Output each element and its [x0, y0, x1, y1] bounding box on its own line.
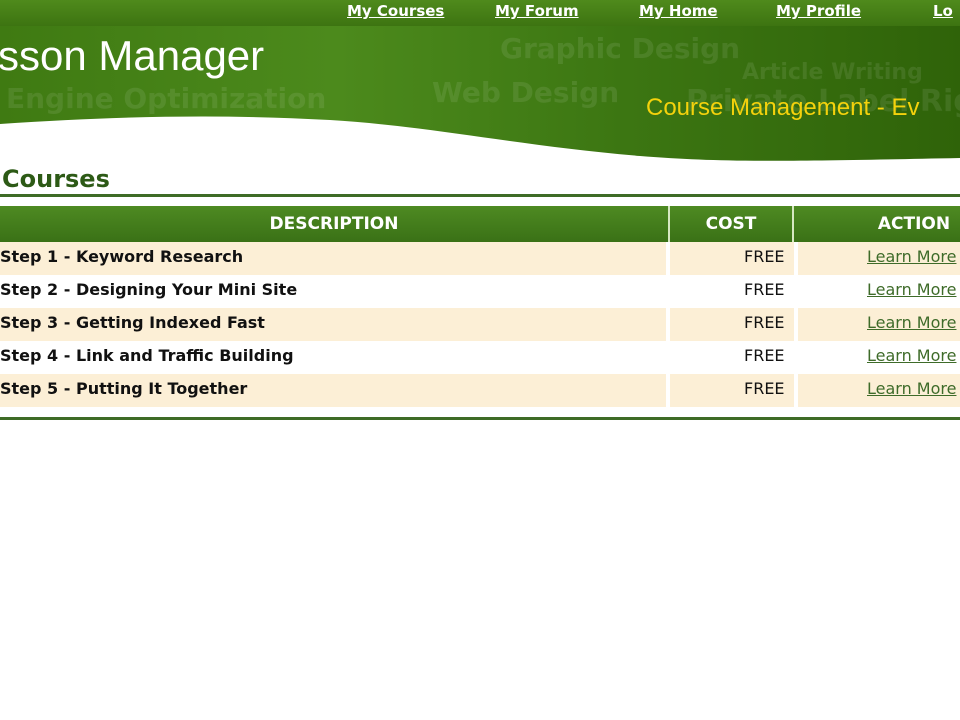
- table-header: DESCRIPTION COST ACTION: [0, 206, 960, 242]
- table-row: Step 4 - Link and Traffic Building FREE …: [0, 341, 960, 374]
- courses-table: DESCRIPTION COST ACTION Step 1 - Keyword…: [0, 206, 960, 420]
- course-cost: FREE: [744, 313, 785, 332]
- nav-my-forum-link[interactable]: My Forum: [495, 1, 579, 23]
- column-header-action: ACTION: [877, 214, 951, 234]
- learn-more-link[interactable]: Learn More: [867, 308, 956, 341]
- column-gap: [794, 374, 798, 407]
- nav-logout-link[interactable]: Lo: [933, 1, 953, 23]
- column-header-cost: COST: [705, 214, 757, 234]
- course-cost: FREE: [744, 247, 785, 266]
- course-description: Step 2 - Designing Your Mini Site: [0, 280, 298, 299]
- column-gap: [666, 308, 670, 341]
- column-header-description: DESCRIPTION: [269, 214, 399, 234]
- course-description: Step 5 - Putting It Together: [0, 379, 248, 398]
- column-gap: [666, 242, 670, 275]
- course-description: Step 4 - Link and Traffic Building: [0, 346, 294, 365]
- table-bottom-rule: [0, 417, 960, 420]
- course-cost: FREE: [744, 379, 785, 398]
- learn-more-link[interactable]: Learn More: [867, 275, 956, 308]
- learn-more-link[interactable]: Learn More: [867, 242, 956, 275]
- learn-more-link[interactable]: Learn More: [867, 341, 956, 374]
- column-gap: [794, 242, 798, 275]
- top-nav-bar: My Courses My Forum My Home My Profile L…: [0, 0, 960, 26]
- table-row: Step 5 - Putting It Together FREE Learn …: [0, 374, 960, 407]
- page-title: Courses: [2, 165, 110, 193]
- banner-tagline: Course Management - Ev: [646, 94, 920, 121]
- table-row: Step 1 - Keyword Research FREE Learn Mor…: [0, 242, 960, 275]
- table-row: Step 3 - Getting Indexed Fast FREE Learn…: [0, 308, 960, 341]
- course-cost: FREE: [744, 280, 785, 299]
- column-gap: [794, 308, 798, 341]
- course-description: Step 1 - Keyword Research: [0, 247, 244, 266]
- nav-my-courses-link[interactable]: My Courses: [347, 1, 444, 23]
- column-gap: [666, 374, 670, 407]
- nav-my-home-link[interactable]: My Home: [639, 1, 718, 23]
- course-cost: FREE: [744, 346, 785, 365]
- nav-my-profile-link[interactable]: My Profile: [776, 1, 861, 23]
- learn-more-link[interactable]: Learn More: [867, 374, 956, 407]
- table-row: Step 2 - Designing Your Mini Site FREE L…: [0, 275, 960, 308]
- course-description: Step 3 - Getting Indexed Fast: [0, 313, 265, 332]
- heading-divider: [0, 194, 960, 197]
